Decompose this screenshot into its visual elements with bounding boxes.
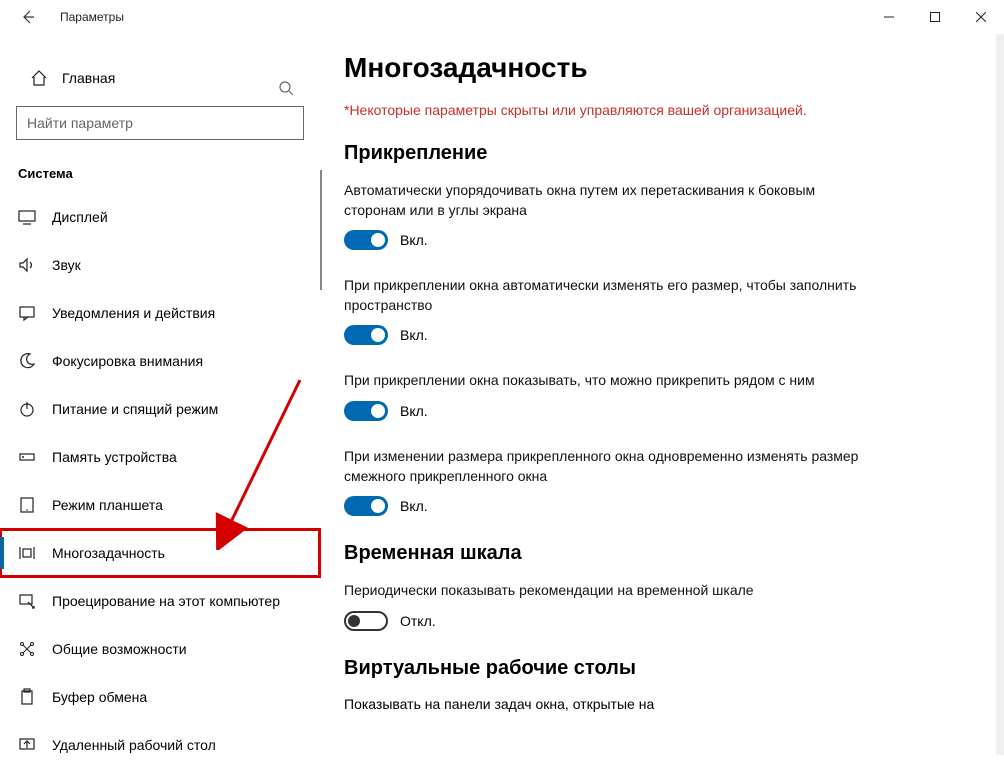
- multitasking-icon: [18, 544, 40, 562]
- sidebar-item-label: Удаленный рабочий стол: [52, 737, 216, 753]
- display-icon: [18, 208, 40, 226]
- window-controls: [866, 0, 1004, 34]
- sidebar-item-storage[interactable]: Память устройства: [0, 433, 320, 481]
- sound-icon: [18, 256, 40, 274]
- moon-icon: [18, 352, 40, 370]
- setting-desc: Автоматически упорядочивать окна путем и…: [344, 181, 864, 220]
- toggle-snap-auto-arrange[interactable]: [344, 230, 388, 250]
- setting-snap-resize: При изменении размера прикрепленного окн…: [344, 447, 864, 516]
- storage-icon: [18, 448, 40, 466]
- shared-icon: [18, 640, 40, 658]
- clipboard-icon: [18, 688, 40, 706]
- main-panel: Многозадачность *Некоторые параметры скр…: [320, 34, 1004, 755]
- sidebar-item-label: Уведомления и действия: [52, 305, 215, 321]
- setting-snap-fill: При прикреплении окна автоматически изме…: [344, 276, 864, 345]
- maximize-button[interactable]: [912, 0, 958, 34]
- sidebar-item-label: Звук: [52, 257, 81, 273]
- sidebar-item-clipboard[interactable]: Буфер обмена: [0, 673, 320, 721]
- org-managed-note: *Некоторые параметры скрыты или управляю…: [344, 102, 980, 118]
- setting-desc: При изменении размера прикрепленного окн…: [344, 447, 864, 486]
- sidebar-item-label: Дисплей: [52, 209, 108, 225]
- sidebar-item-display[interactable]: Дисплей: [0, 193, 320, 241]
- setting-desc: При прикреплении окна показывать, что мо…: [344, 371, 864, 391]
- sidebar-item-power[interactable]: Питание и спящий режим: [0, 385, 320, 433]
- sidebar-item-notifications[interactable]: Уведомления и действия: [0, 289, 320, 337]
- toggle-state-label: Откл.: [400, 613, 436, 629]
- toggle-timeline-suggestions[interactable]: [344, 611, 388, 631]
- setting-snap-assist: При прикреплении окна показывать, что мо…: [344, 371, 864, 421]
- sidebar-item-sound[interactable]: Звук: [0, 241, 320, 289]
- remote-icon: [18, 736, 40, 754]
- home-label: Главная: [62, 70, 115, 86]
- setting-desc: При прикреплении окна автоматически изме…: [344, 276, 864, 315]
- sidebar-item-label: Фокусировка внимания: [52, 353, 203, 369]
- page-title: Многозадачность: [344, 52, 980, 84]
- notifications-icon: [18, 304, 40, 322]
- sidebar-item-label: Многозадачность: [52, 545, 165, 561]
- toggle-snap-resize[interactable]: [344, 496, 388, 516]
- sidebar: Главная Система Дисплей Звук Уведо: [0, 34, 320, 755]
- sidebar-item-remote[interactable]: Удаленный рабочий стол: [0, 721, 320, 769]
- toggle-state-label: Вкл.: [400, 498, 428, 514]
- sidebar-item-projecting[interactable]: Проецирование на этот компьютер: [0, 577, 320, 625]
- tablet-icon: [18, 496, 40, 514]
- back-button[interactable]: [12, 1, 44, 33]
- snap-heading: Прикрепление: [344, 142, 980, 165]
- sidebar-item-label: Буфер обмена: [52, 689, 147, 705]
- sidebar-item-multitasking[interactable]: Многозадачность: [0, 529, 320, 577]
- search-input[interactable]: [16, 106, 304, 140]
- sidebar-item-label: Питание и спящий режим: [52, 401, 218, 417]
- virtual-desktops-heading: Виртуальные рабочие столы: [344, 657, 980, 680]
- home-link[interactable]: Главная: [0, 58, 320, 98]
- toggle-snap-assist[interactable]: [344, 401, 388, 421]
- sidebar-item-tablet[interactable]: Режим планшета: [0, 481, 320, 529]
- home-icon: [30, 69, 50, 87]
- sidebar-item-label: Проецирование на этот компьютер: [52, 593, 280, 609]
- timeline-heading: Временная шкала: [344, 542, 980, 565]
- power-icon: [18, 400, 40, 418]
- toggle-state-label: Вкл.: [400, 232, 428, 248]
- toggle-state-label: Вкл.: [400, 403, 428, 419]
- minimize-button[interactable]: [866, 0, 912, 34]
- arrow-left-icon: [20, 9, 36, 25]
- window-title: Параметры: [60, 10, 124, 24]
- toggle-snap-fill[interactable]: [344, 325, 388, 345]
- sidebar-section: Система: [0, 140, 320, 193]
- virtual-desktops-desc: Показывать на панели задач окна, открыты…: [344, 696, 864, 712]
- setting-desc: Периодически показывать рекомендации на …: [344, 581, 864, 601]
- titlebar: Параметры: [0, 0, 1004, 34]
- sidebar-item-label: Режим планшета: [52, 497, 163, 513]
- close-button[interactable]: [958, 0, 1004, 34]
- projecting-icon: [18, 592, 40, 610]
- sidebar-item-label: Память устройства: [52, 449, 177, 465]
- toggle-state-label: Вкл.: [400, 327, 428, 343]
- scrollbar[interactable]: [996, 34, 1004, 755]
- sidebar-item-focus[interactable]: Фокусировка внимания: [0, 337, 320, 385]
- setting-timeline-suggestions: Периодически показывать рекомендации на …: [344, 581, 864, 631]
- setting-snap-auto-arrange: Автоматически упорядочивать окна путем и…: [344, 181, 864, 250]
- sidebar-item-shared[interactable]: Общие возможности: [0, 625, 320, 673]
- sidebar-item-label: Общие возможности: [52, 641, 187, 657]
